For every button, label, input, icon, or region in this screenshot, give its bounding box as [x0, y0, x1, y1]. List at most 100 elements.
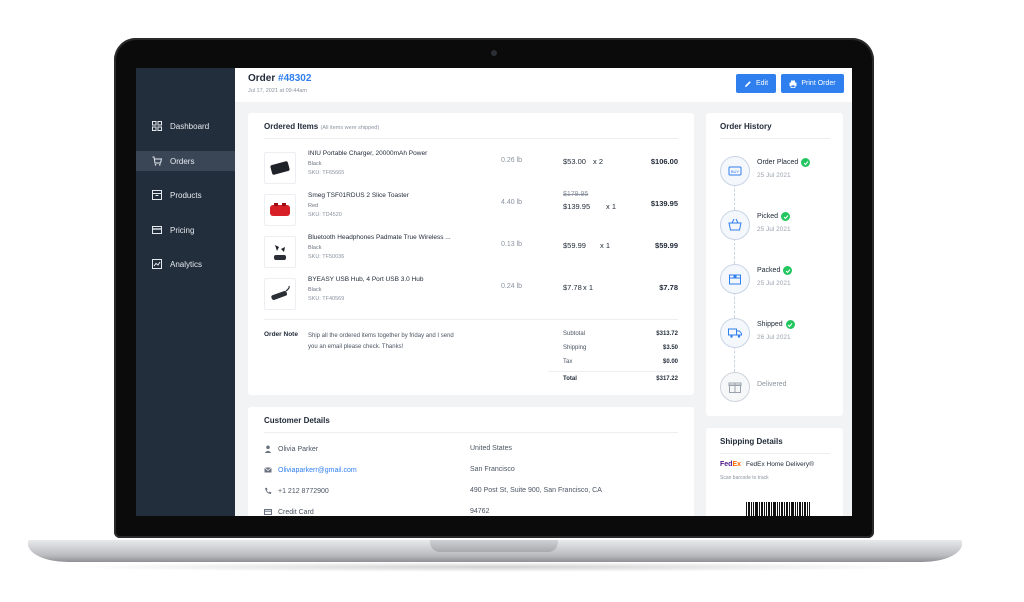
order-note-label: Order Note: [264, 331, 298, 338]
item-price: $59.99: [563, 241, 586, 250]
table-row[interactable]: BYEASY USB Hub, 4 Port USB 3.0 Hub Black…: [248, 272, 694, 314]
item-price: $139.95: [563, 202, 591, 211]
timeline-connector: [734, 346, 735, 372]
history-step-date: 25 Jul 2021: [757, 226, 791, 233]
order-title-prefix: Order: [248, 73, 276, 84]
usb-hub-icon: [271, 285, 290, 300]
history-step-date: 25 Jul 2021: [757, 172, 791, 179]
timeline-connector: [734, 184, 735, 210]
pencil-icon: [744, 80, 751, 87]
check-icon: [783, 266, 793, 275]
gift-box-icon: [720, 372, 750, 402]
total-label: Total: [563, 376, 577, 382]
tracking-barcode[interactable]: [746, 502, 846, 516]
laptop-notch: [430, 540, 558, 552]
timeline-connector: [734, 292, 735, 318]
customer-payment: Credit Card: [278, 508, 314, 516]
customer-address: 490 Post St, Suite 900, San Francisco, C…: [470, 487, 602, 494]
table-row[interactable]: Bluetooth Headphones Padmate True Wirele…: [248, 230, 694, 272]
item-color: Black: [308, 245, 322, 251]
sidebar-item-dashboard[interactable]: Dashboard: [136, 116, 235, 136]
fedex-logo-ex: Ex: [732, 461, 742, 468]
customer-name-row: Olivia Parker: [264, 445, 318, 453]
check-icon: [781, 212, 791, 221]
item-weight: 4.40 lb: [501, 199, 523, 206]
timeline-connector: [734, 238, 735, 264]
ordered-items-heading: Ordered Items: [264, 122, 319, 131]
item-total: $7.78: [659, 283, 678, 292]
total-value: $317.22: [656, 376, 678, 382]
shipping-row: Shipping $3.50: [563, 345, 678, 351]
item-weight: 0.24 lb: [501, 283, 523, 290]
print-order-button-label: Print Order: [801, 80, 836, 87]
customer-email-link[interactable]: Oliviaparkerr@gmail.com: [278, 467, 357, 474]
history-step-date: 25 Jul 2021: [757, 280, 791, 287]
item-weight: 0.26 lb: [501, 157, 523, 164]
chart-icon: [152, 259, 162, 269]
edit-button[interactable]: Edit: [736, 74, 776, 93]
item-name: INIU Portable Charger, 20000mAh Power: [308, 150, 428, 157]
carrier-row: FedEx FedEx Home Delivery®: [720, 461, 814, 468]
edit-button-label: Edit: [755, 80, 769, 87]
customer-email-row[interactable]: Oliviaparkerr@gmail.com: [264, 466, 357, 474]
item-quantity: x 1: [606, 202, 617, 211]
item-color: Black: [308, 161, 322, 167]
history-step-text: Packed: [757, 267, 781, 274]
sidebar-item-orders[interactable]: Orders: [136, 151, 235, 171]
item-original-price: $179.95: [563, 191, 589, 198]
item-name: Smeg TSF01RDUS 2 Slice Toaster: [308, 192, 409, 199]
history-step-label: Delivered: [757, 381, 787, 388]
history-step-date: 26 Jul 2021: [757, 334, 791, 341]
tax-label: Tax: [563, 359, 573, 365]
basket-icon: [720, 210, 750, 240]
customer-details-title: Customer Details: [264, 416, 330, 425]
total-row: Total $317.22: [563, 376, 678, 382]
item-sku: SKU: TF40569: [308, 296, 345, 302]
history-step-text: Shipped: [757, 321, 783, 328]
history-step-label: Picked: [757, 212, 791, 221]
item-sku: SKU: TF65665: [308, 170, 345, 176]
print-order-button[interactable]: Print Order: [781, 74, 844, 93]
sidebar-item-products[interactable]: Products: [136, 185, 235, 205]
sidebar-item-analytics[interactable]: Analytics: [136, 254, 235, 274]
item-sku: SKU: TD4520: [308, 212, 342, 218]
product-thumbnail: [264, 278, 296, 310]
item-total: $139.95: [650, 199, 678, 208]
history-step-order-placed: BUY Order Placed 25 Jul 2021: [720, 156, 840, 186]
buy-icon: BUY: [720, 156, 750, 186]
item-name: Bluetooth Headphones Padmate True Wirele…: [308, 234, 451, 241]
svg-text:BUY: BUY: [731, 169, 740, 174]
toaster-icon: [270, 203, 290, 216]
check-icon: [785, 320, 795, 329]
subtotal-row: Subtotal $313.72: [563, 331, 678, 337]
page-title: Order #48302: [248, 73, 311, 84]
ordered-items-title: Ordered Items (All items were shipped): [264, 122, 379, 131]
divider: [264, 432, 678, 433]
table-row[interactable]: INIU Portable Charger, 20000mAh Power Bl…: [248, 146, 694, 188]
earbuds-icon: [274, 245, 286, 260]
tracking-hint: Scan barcode to track: [720, 475, 769, 481]
subtotal-label: Subtotal: [563, 331, 586, 337]
tax-row: Tax $0.00: [563, 359, 678, 365]
divider: [720, 138, 830, 139]
item-total: $106.00: [650, 157, 678, 166]
product-thumbnail: [264, 236, 296, 268]
item-name: BYEASY USB Hub, 4 Port USB 3.0 Hub: [308, 276, 424, 283]
customer-city: San Francisco: [470, 466, 515, 473]
customer-details-card: Customer Details Olivia Parker Oliviapar…: [248, 407, 694, 516]
screen: Dashboard Orders Products Pricing Analyt…: [136, 68, 852, 516]
divider: [264, 138, 678, 139]
divider: [264, 319, 678, 320]
sidebar-item-pricing[interactable]: Pricing: [136, 220, 235, 240]
history-step-text: Picked: [757, 213, 779, 220]
dashboard-icon: [152, 121, 162, 131]
item-weight: 0.13 lb: [501, 241, 523, 248]
item-color: Black: [308, 287, 322, 293]
truck-icon: [720, 318, 750, 348]
order-number: #48302: [278, 73, 312, 84]
main-content: Order #48302 Jul 17, 2021 at 09:44am Edi…: [235, 68, 852, 516]
divider: [720, 453, 830, 454]
history-step-shipped: Shipped 26 Jul 2021: [720, 318, 840, 348]
customer-country: United States: [470, 445, 513, 452]
table-row[interactable]: Smeg TSF01RDUS 2 Slice Toaster Red SKU: …: [248, 188, 694, 230]
